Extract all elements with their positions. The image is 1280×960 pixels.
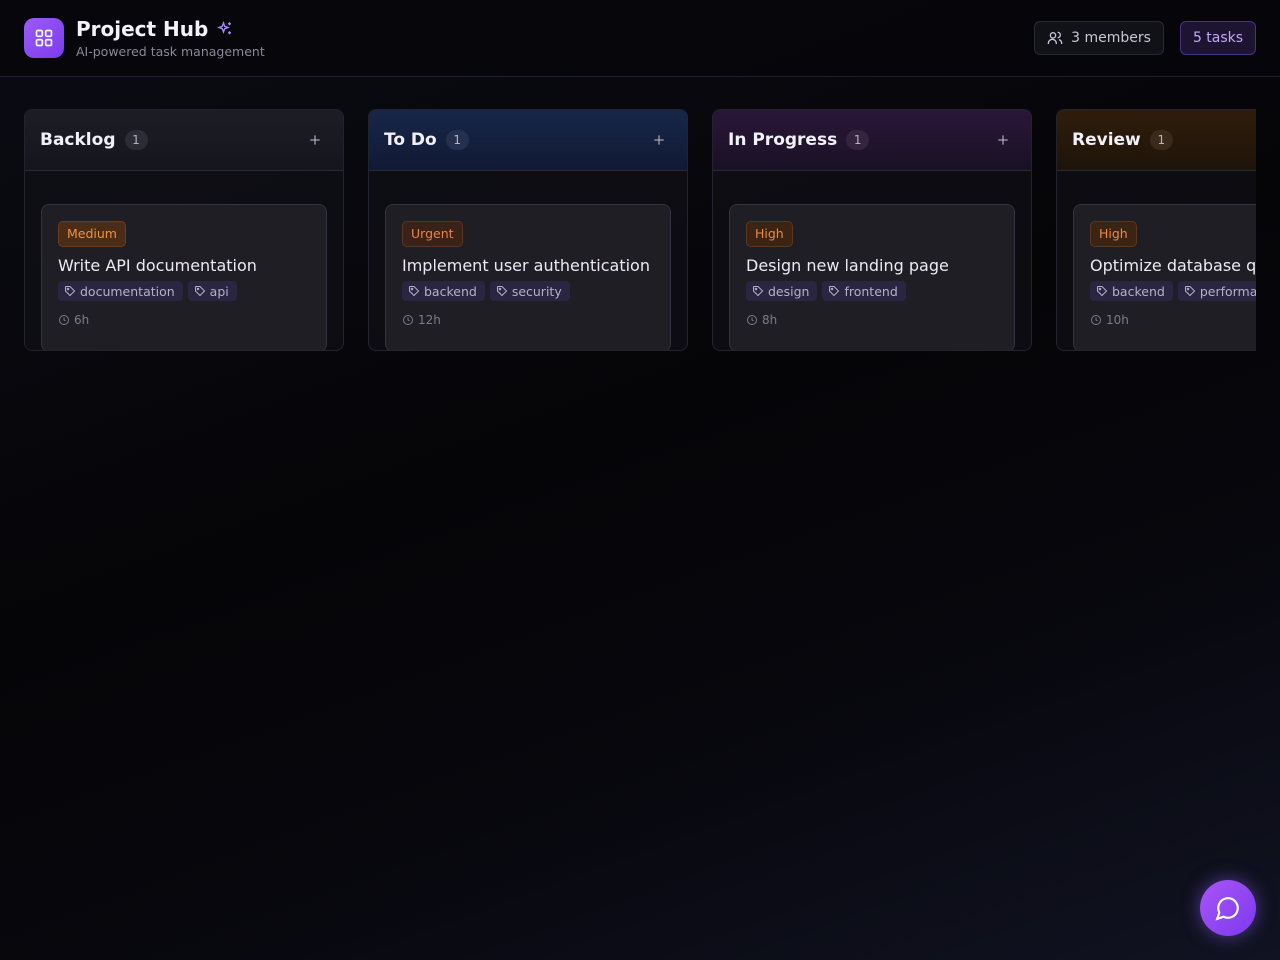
app-title: Project Hub [76, 17, 209, 41]
priority-badge: High [746, 221, 793, 247]
task-card[interactable]: Urgent Implement user authentication bac… [385, 204, 671, 350]
members-button[interactable]: 3 members [1034, 21, 1164, 55]
column-review: Review 1 High Optimize database queries … [1056, 109, 1256, 351]
task-tag[interactable]: frontend [822, 281, 906, 301]
task-tag[interactable]: security [489, 281, 570, 301]
chat-bubble-icon [1215, 897, 1239, 921]
estimate-label: 10h [1106, 313, 1129, 327]
tag-list: design frontend [746, 281, 998, 301]
tag-icon [409, 286, 420, 297]
clock-icon [59, 315, 69, 325]
task-title: Write API documentation [58, 256, 257, 275]
kanban-board: Backlog 1 Medium Write API documentation… [24, 109, 1256, 351]
sparkles-icon [217, 21, 232, 35]
add-task-button[interactable] [991, 128, 1015, 152]
app-logo[interactable] [24, 18, 64, 58]
plus-icon [654, 135, 664, 145]
tag-label: security [511, 283, 562, 299]
task-tag[interactable]: backend [402, 281, 485, 301]
ai-chat-button[interactable] [1200, 880, 1256, 936]
members-label: 3 members [1071, 30, 1151, 46]
column-header: Review 1 [1057, 110, 1256, 171]
plus-icon [998, 135, 1008, 145]
tag-icon [829, 286, 840, 297]
tasks-label: 5 tasks [1192, 30, 1244, 46]
tag-label: documentation [80, 283, 175, 299]
tag-list: backend security [402, 281, 654, 301]
tag-icon [65, 286, 76, 297]
tag-label: frontend [844, 283, 898, 299]
time-estimate: 12h [402, 313, 654, 327]
task-tag[interactable]: backend [1090, 281, 1173, 301]
task-card[interactable]: High Design new landing page design fron… [729, 204, 1015, 350]
task-title: Design new landing page [746, 256, 949, 275]
task-card[interactable]: High Optimize database queries backend p… [1073, 204, 1256, 350]
tag-icon [1184, 286, 1196, 297]
clock-icon [747, 315, 757, 325]
column-title: Review [1072, 130, 1141, 150]
tag-label: design [768, 283, 810, 299]
time-estimate: 10h [1090, 313, 1256, 327]
priority-badge: Urgent [402, 221, 463, 247]
task-card[interactable]: Medium Write API documentation documenta… [41, 204, 327, 350]
task-tag[interactable]: api [187, 281, 237, 301]
tag-label: backend [1112, 283, 1165, 299]
time-estimate: 6h [58, 313, 310, 327]
app-subtitle: AI-powered task management [76, 44, 265, 59]
tag-icon [496, 286, 508, 297]
tag-icon [1097, 286, 1108, 297]
clock-icon [1091, 315, 1101, 325]
clock-icon [403, 315, 413, 325]
column-title: To Do [384, 130, 437, 150]
column-count-badge: 1 [1149, 130, 1173, 150]
tag-label: api [209, 283, 229, 299]
column-header: In Progress 1 [713, 110, 1031, 171]
app-title-row: Project Hub [76, 17, 234, 41]
tag-icon [753, 286, 764, 297]
column-count-badge: 1 [846, 130, 870, 150]
estimate-label: 6h [74, 313, 90, 327]
column-todo: To Do 1 Urgent Implement user authentica… [368, 109, 688, 351]
task-title: Optimize database queries [1090, 256, 1256, 275]
users-icon [1047, 31, 1063, 44]
column-title: In Progress [728, 130, 838, 150]
task-tag[interactable]: performance [1177, 281, 1256, 301]
tag-label: backend [424, 283, 477, 299]
estimate-label: 8h [762, 313, 778, 327]
priority-badge: Medium [58, 221, 126, 247]
plus-icon [310, 135, 320, 145]
column-backlog: Backlog 1 Medium Write API documentation… [24, 109, 344, 351]
tag-list: backend performance [1090, 281, 1256, 301]
task-title: Implement user authentication [402, 256, 650, 275]
priority-badge: High [1090, 221, 1137, 247]
column-count-badge: 1 [124, 130, 148, 150]
column-header: To Do 1 [369, 110, 687, 171]
app-header: Project Hub AI-powered task management 3… [0, 0, 1280, 77]
task-tag[interactable]: design [746, 281, 818, 301]
column-title: Backlog [40, 130, 116, 150]
time-estimate: 8h [746, 313, 998, 327]
column-header: Backlog 1 [25, 110, 343, 171]
grid-icon [35, 29, 53, 47]
estimate-label: 12h [418, 313, 441, 327]
task-tag[interactable]: documentation [58, 281, 183, 301]
tag-list: documentation api [58, 281, 310, 301]
tag-icon [194, 286, 205, 297]
add-task-button[interactable] [647, 128, 671, 152]
tasks-count-badge[interactable]: 5 tasks [1180, 21, 1256, 55]
tag-label: performance [1199, 283, 1256, 299]
column-in-progress: In Progress 1 High Design new landing pa… [712, 109, 1032, 351]
add-task-button[interactable] [303, 128, 327, 152]
column-count-badge: 1 [445, 130, 469, 150]
